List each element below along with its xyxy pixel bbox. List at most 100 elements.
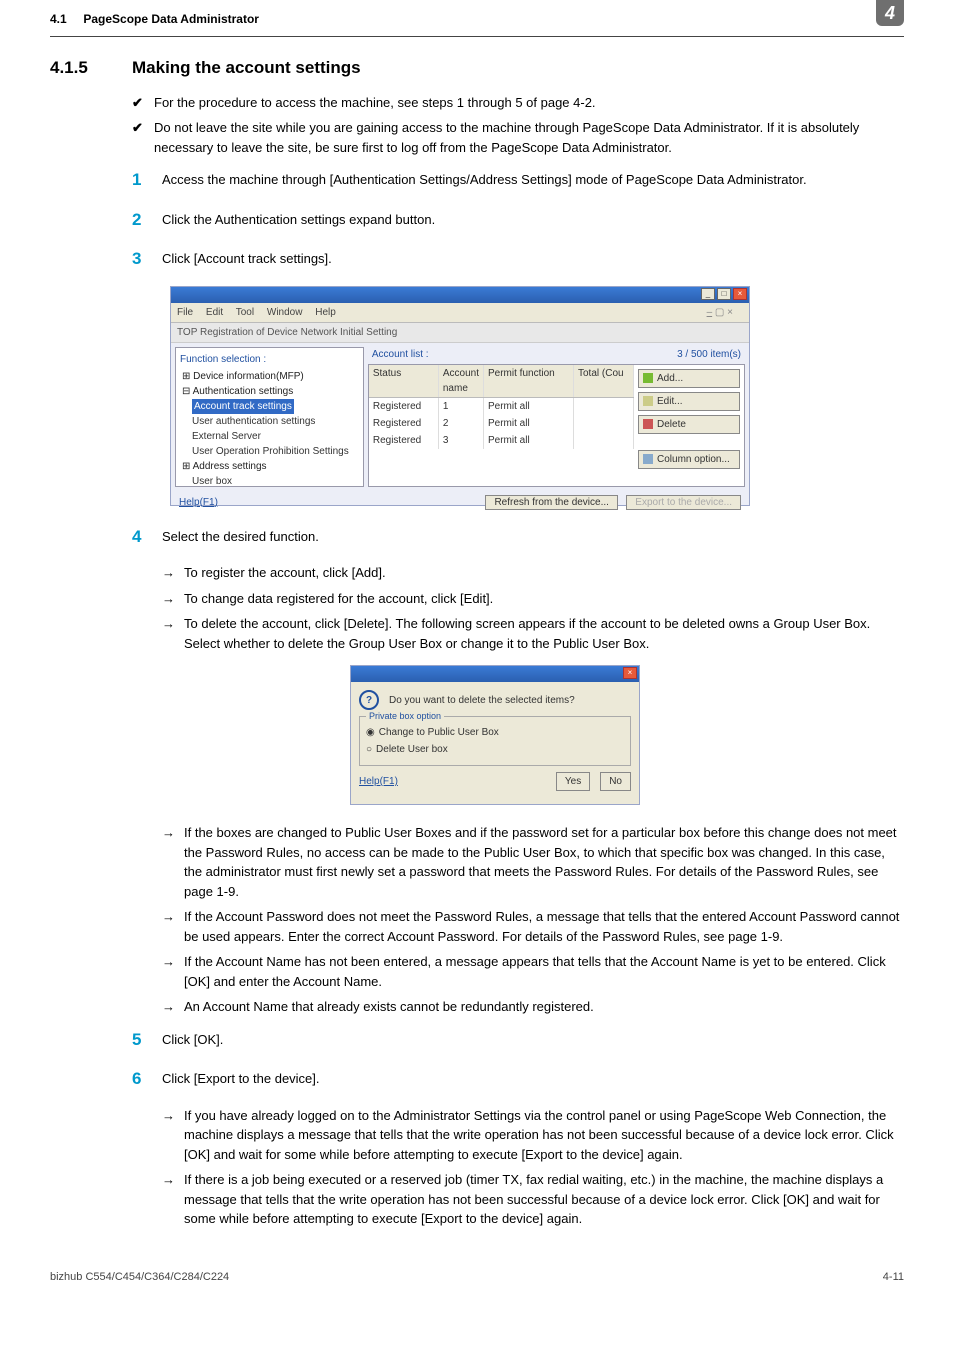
header-section-no: 4.1 <box>50 12 67 26</box>
radio-selected-icon: ◉ <box>366 725 375 740</box>
step-number: 5 <box>132 1027 162 1053</box>
step-4-subitems-b: → If the boxes are changed to Public Use… <box>162 823 904 1017</box>
group-title: Private box option <box>366 710 444 724</box>
sub-text: If the Account Password does not meet th… <box>184 907 904 946</box>
menubar: File Edit Tool Window Help – ▢ × <box>171 303 749 323</box>
function-tree-panel: Function selection : ⊞ Device informatio… <box>175 347 364 487</box>
menu-help[interactable]: Help <box>315 307 336 318</box>
header-left: 4.1 PageScope Data Administrator <box>50 10 259 28</box>
step-4-subitems: → To register the account, click [Add]. … <box>162 563 904 653</box>
footer-page-number: 4-11 <box>883 1269 904 1286</box>
section-title: Making the account settings <box>132 55 361 81</box>
account-list-label: Account list : <box>372 347 429 362</box>
col-total[interactable]: Total (Cou <box>574 365 634 397</box>
arrow-icon: → <box>162 589 184 609</box>
table-row[interactable]: Registered 1 Permit all <box>369 398 634 415</box>
dialog-message-row: ? Do you want to delete the selected ite… <box>359 690 631 710</box>
account-list-header: Account list : 3 / 500 item(s) <box>368 347 745 362</box>
account-table: Status Account name Permit function Tota… <box>368 364 745 487</box>
window-bottom-bar: Help(F1) Refresh from the device... Expo… <box>171 491 749 514</box>
sub-item: → If you have already logged on to the A… <box>162 1106 904 1165</box>
sub-item: → If the Account Password does not meet … <box>162 907 904 946</box>
close-button[interactable]: × <box>733 288 747 300</box>
radio-delete-box[interactable]: ○ Delete User box <box>366 742 624 757</box>
menu-edit[interactable]: Edit <box>206 307 223 318</box>
minimize-button[interactable]: _ <box>701 288 715 300</box>
menu-file[interactable]: File <box>177 307 193 318</box>
refresh-button[interactable]: Refresh from the device... <box>485 495 618 510</box>
header-section-title: PageScope Data Administrator <box>83 12 259 26</box>
column-option-button[interactable]: Column option... <box>638 450 740 469</box>
col-permit-function[interactable]: Permit function <box>484 365 574 397</box>
edit-button[interactable]: Edit... <box>638 392 740 411</box>
step-number: 4 <box>132 524 162 550</box>
tree-auth-settings[interactable]: ⊟ Authentication settings <box>180 384 359 399</box>
col-account-name[interactable]: Account name <box>439 365 484 397</box>
check-icon: ✔ <box>132 118 154 157</box>
sub-item: → If the boxes are changed to Public Use… <box>162 823 904 901</box>
radio-change-public[interactable]: ◉ Change to Public User Box <box>366 725 624 740</box>
edit-icon <box>643 396 653 406</box>
prereq-text: Do not leave the site while you are gain… <box>154 118 904 157</box>
function-selection-label: Function selection : <box>180 352 359 367</box>
add-button[interactable]: Add... <box>638 369 740 388</box>
step-number: 6 <box>132 1066 162 1092</box>
action-buttons: Add... Edit... Delete Column option... <box>634 365 744 486</box>
export-button[interactable]: Export to the device... <box>626 495 741 510</box>
toolbar: TOP Registration of Device Network Initi… <box>171 323 749 343</box>
close-button[interactable]: × <box>623 667 637 679</box>
step-text: Click [Account track settings]. <box>162 246 332 272</box>
help-link[interactable]: Help(F1) <box>179 495 218 510</box>
chapter-tab: 4 <box>876 0 904 26</box>
sub-text: If there is a job being executed or a re… <box>184 1170 904 1229</box>
table-row[interactable]: Registered 3 Permit all <box>369 432 634 449</box>
section-heading: 4.1.5 Making the account settings <box>50 55 904 81</box>
menu-window[interactable]: Window <box>267 307 303 318</box>
help-link[interactable]: Help(F1) <box>359 774 398 789</box>
no-button[interactable]: No <box>600 772 631 791</box>
tree-external-server[interactable]: External Server <box>180 429 359 444</box>
step-text: Access the machine through [Authenticati… <box>162 167 807 193</box>
yes-button[interactable]: Yes <box>556 772 590 791</box>
tree-account-track[interactable]: Account track settings <box>180 399 359 414</box>
sub-item: → If there is a job being executed or a … <box>162 1170 904 1229</box>
dialog-titlebar: × <box>351 666 639 682</box>
delete-icon <box>643 419 653 429</box>
sub-text: To change data registered for the accoun… <box>184 589 493 609</box>
table-row[interactable]: Registered 2 Permit all <box>369 415 634 432</box>
arrow-icon: → <box>162 563 184 583</box>
prerequisites: ✔ For the procedure to access the machin… <box>132 93 904 158</box>
sub-text: An Account Name that already exists cann… <box>184 997 594 1017</box>
col-status[interactable]: Status <box>369 365 439 397</box>
tree-user-auth[interactable]: User authentication settings <box>180 414 359 429</box>
step-text: Click the Authentication settings expand… <box>162 207 435 233</box>
window-control-small: – ▢ × <box>707 305 733 320</box>
sub-item: → To delete the account, click [Delete].… <box>162 614 904 653</box>
tree-user-op-prohibit[interactable]: User Operation Prohibition Settings <box>180 444 359 459</box>
step-number: 1 <box>132 167 162 193</box>
radio-unselected-icon: ○ <box>366 742 372 757</box>
maximize-button[interactable]: □ <box>717 288 731 300</box>
step-text: Click [Export to the device]. <box>162 1066 320 1092</box>
step-5: 5 Click [OK]. <box>132 1027 904 1053</box>
sub-text: If the Account Name has not been entered… <box>184 952 904 991</box>
account-count: 3 / 500 item(s) <box>677 347 741 362</box>
arrow-icon: → <box>162 1170 184 1229</box>
tree-device-info[interactable]: ⊞ Device information(MFP) <box>180 369 359 384</box>
menu-tool[interactable]: Tool <box>236 307 254 318</box>
arrow-icon: → <box>162 997 184 1017</box>
step-number: 2 <box>132 207 162 233</box>
step-1: 1 Access the machine through [Authentica… <box>132 167 904 193</box>
prereq-item: ✔ Do not leave the site while you are ga… <box>132 118 904 157</box>
tree-address-settings[interactable]: ⊞ Address settings <box>180 459 359 474</box>
tree-user-box[interactable]: User box <box>180 474 359 487</box>
delete-button[interactable]: Delete <box>638 415 740 434</box>
toolbar-text[interactable]: TOP Registration of Device Network Initi… <box>177 327 397 338</box>
prereq-item: ✔ For the procedure to access the machin… <box>132 93 904 113</box>
arrow-icon: → <box>162 907 184 946</box>
check-icon: ✔ <box>132 93 154 113</box>
sub-text: If the boxes are changed to Public User … <box>184 823 904 901</box>
step-3: 3 Click [Account track settings]. <box>132 246 904 272</box>
arrow-icon: → <box>162 1106 184 1165</box>
screenshot-delete-dialog: × ? Do you want to delete the selected i… <box>350 665 640 805</box>
